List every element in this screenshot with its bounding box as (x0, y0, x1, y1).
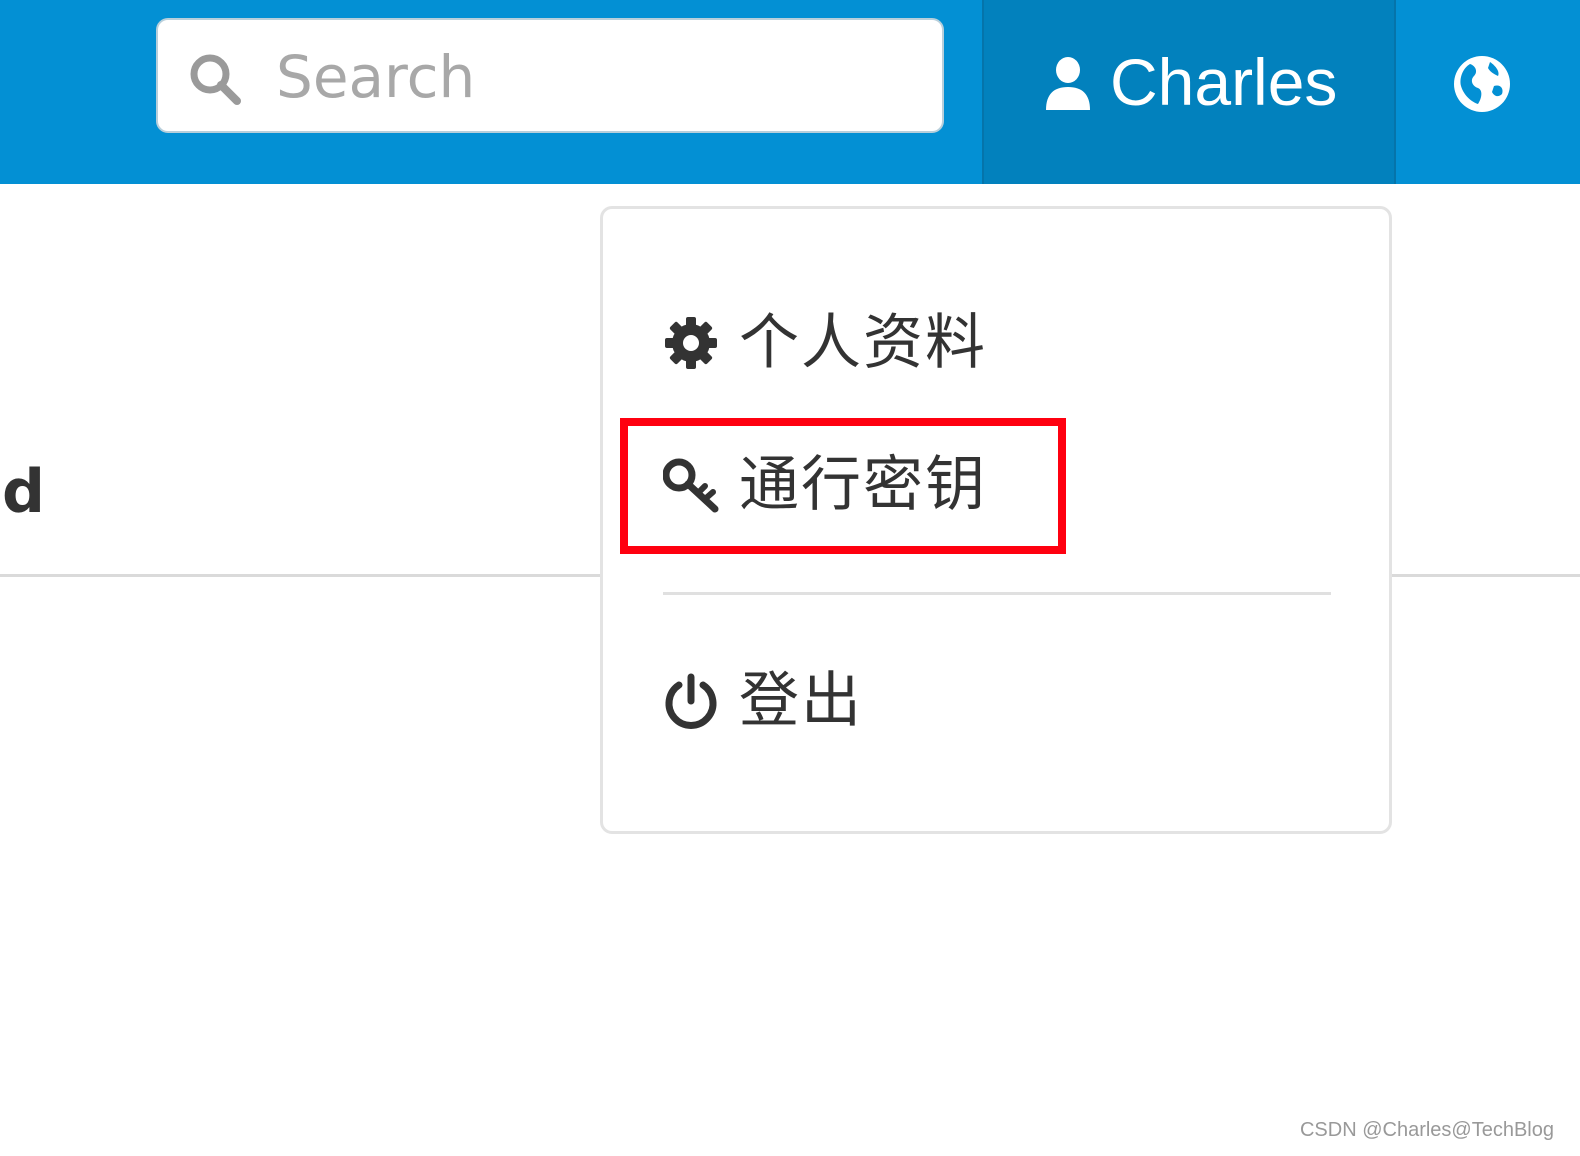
search-box[interactable] (156, 18, 944, 133)
search-icon (190, 54, 241, 105)
search-input[interactable] (276, 38, 916, 116)
user-name: Charles (1110, 45, 1338, 119)
page-heading-fragment: d (2, 457, 45, 527)
menu-divider (663, 592, 1331, 595)
top-navigation-bar: Charles (0, 0, 1580, 184)
menu-item-passkey[interactable]: 通行密钥 (663, 445, 987, 525)
watermark: CSDN @Charles@TechBlog (1299, 1119, 1554, 1141)
menu-item-label: 通行密钥 (739, 450, 987, 520)
menu-item-label: 个人资料 (739, 308, 987, 378)
menu-item-profile[interactable]: 个人资料 (663, 303, 987, 383)
menu-item-label: 登出 (739, 666, 863, 736)
user-menu-toggle[interactable]: Charles (982, 0, 1396, 184)
user-icon (1046, 57, 1090, 110)
globe-icon[interactable] (1450, 52, 1514, 116)
key-icon (663, 458, 719, 513)
power-icon (665, 673, 717, 729)
menu-item-logout[interactable]: 登出 (663, 661, 863, 741)
user-dropdown-menu: 个人资料 通行密钥 登出 (600, 206, 1392, 834)
gear-icon (665, 317, 717, 369)
